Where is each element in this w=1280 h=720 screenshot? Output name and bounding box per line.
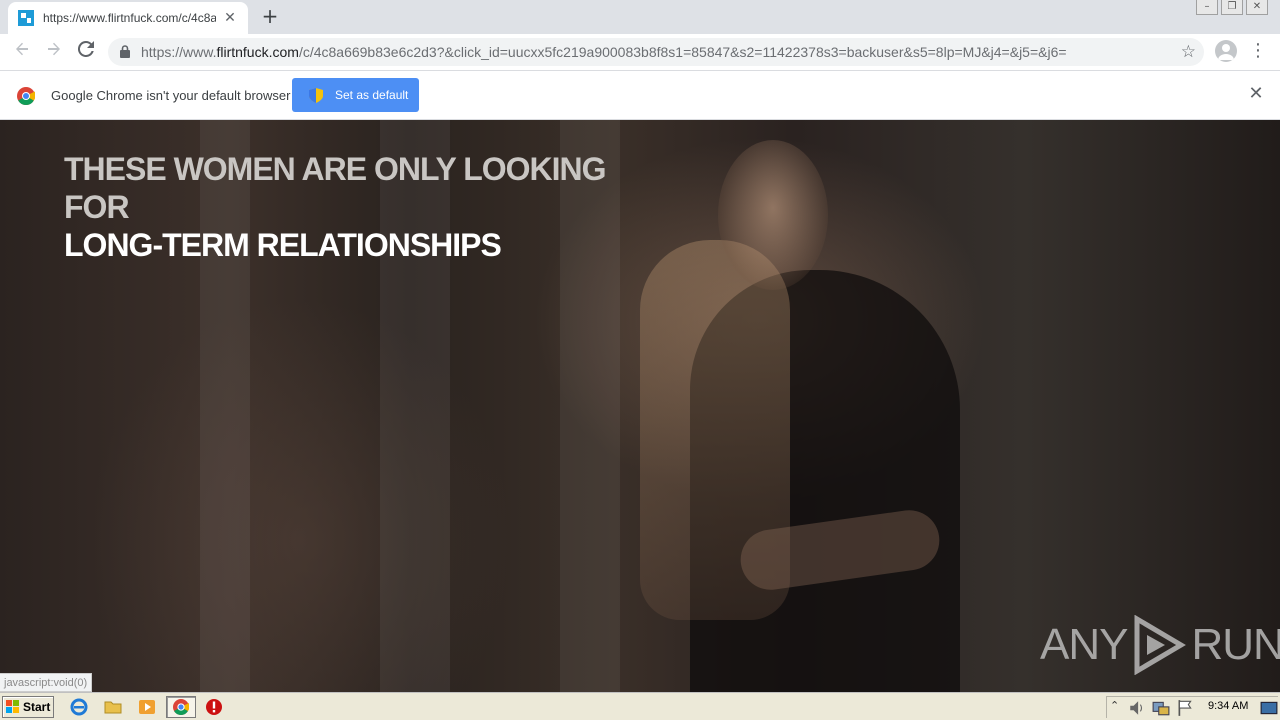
show-desktop-icon[interactable] [1260, 699, 1278, 717]
chrome-icon [173, 699, 189, 715]
tab-strip: https://www.flirtnfuck.com/c/4c8a6… ✕ + … [0, 0, 1280, 34]
address-bar[interactable]: https://www.flirtnfuck.com/c/4c8a669b83e… [108, 38, 1204, 66]
browser-tab[interactable]: https://www.flirtnfuck.com/c/4c8a6… ✕ [8, 2, 248, 34]
set-as-default-button[interactable]: Set as default [292, 78, 419, 112]
action-center-flag-icon[interactable] [1176, 699, 1194, 717]
set-as-default-label: Set as default [335, 88, 409, 102]
clock[interactable]: 9:34 AM [1208, 700, 1248, 712]
bookmark-star-icon[interactable]: ☆ [1181, 42, 1196, 62]
stop-icon[interactable] [205, 698, 223, 716]
url-scheme: https://www. [141, 44, 217, 60]
site-favicon-icon [18, 10, 34, 26]
headline-line-1: THESE WOMEN ARE ONLY LOOKING [64, 151, 607, 187]
uac-shield-icon [309, 87, 323, 103]
start-button[interactable]: Start [2, 696, 54, 718]
windows-flag-icon [6, 700, 19, 713]
window-controls: – ❐ ✕ [1193, 0, 1268, 15]
hero-headline: THESE WOMEN ARE ONLY LOOKING FOR LONG-TE… [64, 150, 664, 264]
default-browser-infobar: Google Chrome isn't your default browser… [0, 71, 1280, 120]
hero-photo-face [718, 140, 828, 290]
infobar-message: Google Chrome isn't your default browser [51, 88, 291, 103]
back-arrow-icon[interactable] [10, 40, 34, 64]
tab-title: https://www.flirtnfuck.com/c/4c8a6… [43, 11, 216, 25]
volume-icon[interactable] [1128, 699, 1146, 717]
new-tab-button[interactable]: + [258, 5, 282, 29]
reload-icon[interactable] [74, 40, 98, 64]
profile-avatar-icon[interactable] [1215, 40, 1237, 62]
url-text[interactable]: https://www.flirtnfuck.com/c/4c8a669b83e… [141, 44, 1141, 60]
link-status-bubble: javascript:void(0) [0, 673, 93, 692]
minimize-button[interactable]: – [1196, 0, 1218, 15]
restore-button[interactable]: ❐ [1221, 0, 1243, 15]
kebab-menu-icon[interactable]: ⋮ [1248, 40, 1268, 64]
media-player-icon[interactable] [138, 698, 156, 716]
page-content: THESE WOMEN ARE ONLY LOOKING FOR LONG-TE… [0, 120, 1280, 692]
play-triangle-icon [1134, 615, 1187, 675]
headline-line-2: FOR [64, 189, 130, 225]
network-icon[interactable] [1152, 699, 1170, 717]
anyrun-watermark: ANY RUN [1040, 615, 1280, 675]
chrome-logo-icon [17, 87, 35, 105]
folder-icon[interactable] [104, 698, 122, 716]
watermark-right: RUN [1191, 620, 1280, 669]
forward-arrow-icon[interactable] [42, 40, 66, 64]
windows-taskbar: Start ⌃ 9:34 AM [0, 692, 1280, 720]
close-window-button[interactable]: ✕ [1246, 0, 1268, 15]
internet-explorer-icon[interactable] [70, 698, 88, 716]
screen: https://www.flirtnfuck.com/c/4c8a6… ✕ + … [0, 0, 1280, 720]
lock-icon [120, 45, 130, 58]
browser-toolbar: https://www.flirtnfuck.com/c/4c8a669b83e… [0, 34, 1280, 71]
watermark-left: ANY [1040, 620, 1128, 669]
tab-close-icon[interactable]: ✕ [222, 10, 238, 26]
url-path: /c/4c8a669b83e6c2d3?&click_id=uucxx5fc21… [298, 44, 1067, 60]
chrome-taskbar-button[interactable] [166, 696, 196, 718]
start-label: Start [23, 700, 51, 714]
infobar-close-icon[interactable]: ✕ [1247, 85, 1265, 103]
url-host: flirtnfuck.com [216, 44, 299, 60]
headline-line-3: LONG-TERM RELATIONSHIPS [64, 227, 502, 263]
tray-expand-icon[interactable]: ⌃ [1110, 699, 1119, 712]
